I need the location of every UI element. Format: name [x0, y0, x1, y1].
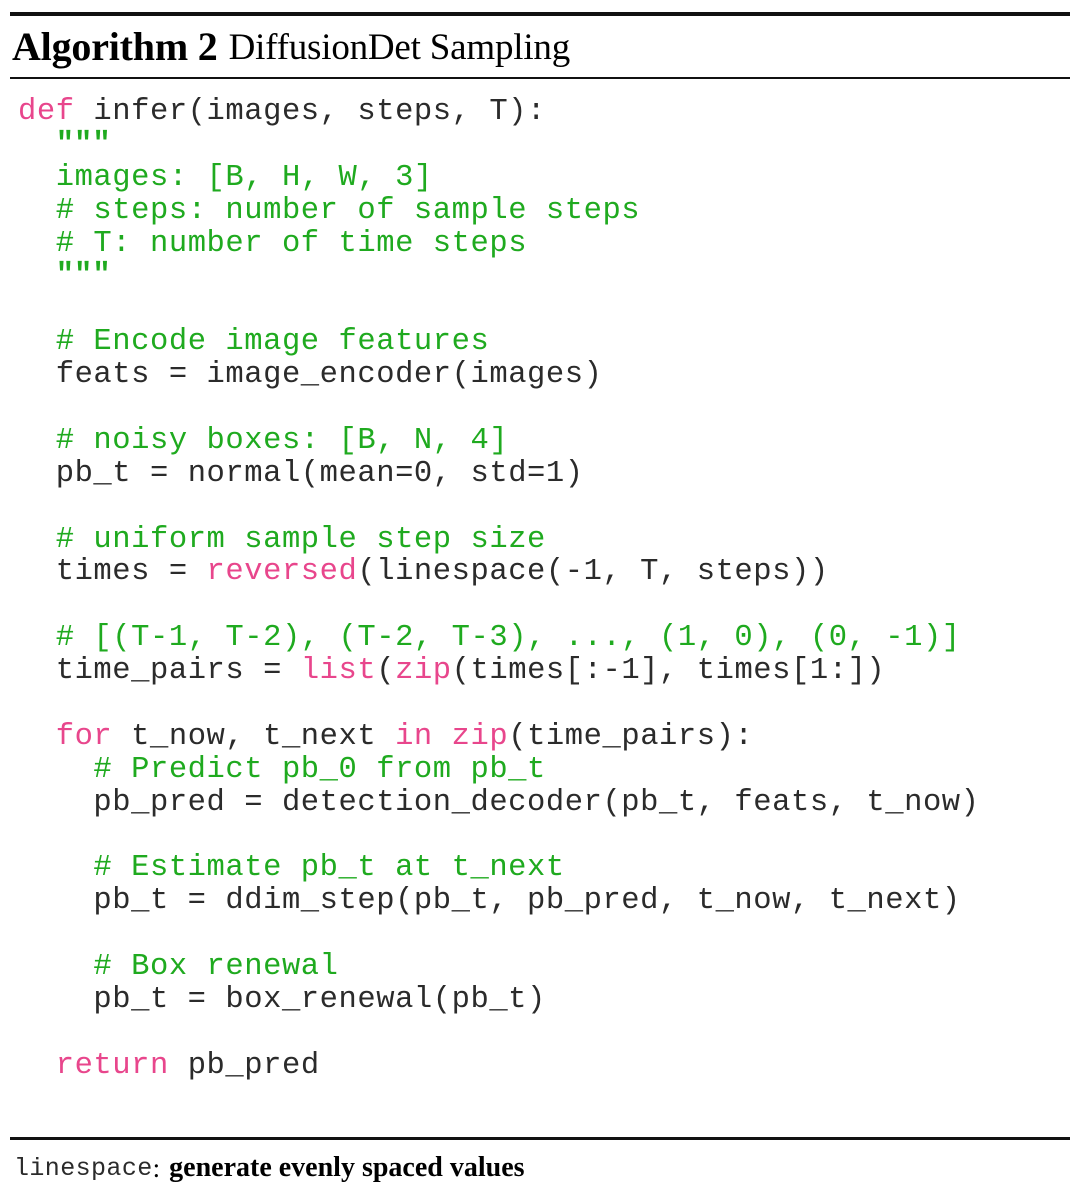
algorithm-block: Algorithm 2 DiffusionDet Sampling def in…: [0, 0, 1080, 1196]
code-line: def infer(images, steps, T):: [18, 96, 1068, 129]
footnote-term: linespace: [14, 1153, 153, 1183]
code-token-kw: in: [395, 719, 433, 754]
code-line: # T: number of time steps: [18, 226, 1068, 261]
footnote-separator: :: [152, 1152, 161, 1183]
code-token-str: """: [55, 259, 111, 294]
code-token-pl: times =: [55, 555, 207, 590]
code-line: # Box renewal: [18, 951, 1068, 984]
footnote: linespace : generate evenly spaced value…: [14, 1148, 525, 1188]
code-line: pb_pred = detection_decoder(pb_t, feats,…: [18, 785, 1068, 820]
code-line: # Encode image features: [18, 326, 1068, 359]
code-line: """: [18, 260, 1068, 293]
algorithm-code-listing: def infer(images, steps, T): """ images:…: [18, 96, 1068, 1083]
code-line: # [(T-1, T-2), (T-2, T-3), ..., (1, 0), …: [18, 622, 1068, 655]
code-token-pl: (time_pairs):: [508, 719, 754, 754]
code-token-bi: zip: [451, 719, 509, 754]
code-line: for t_now, t_next in zip(time_pairs):: [18, 719, 1068, 754]
code-token-cm: # noisy boxes: [B, N, 4]: [55, 423, 509, 458]
code-token-cm: # Encode image features: [55, 325, 490, 360]
code-token-bi: zip: [395, 654, 452, 689]
bottom-rule: [10, 1137, 1070, 1140]
footnote-description: generate evenly spaced values: [169, 1152, 525, 1183]
algorithm-number-label: Algorithm 2: [12, 24, 218, 69]
code-token-pl: (linespace(-1, T, steps)): [357, 555, 829, 590]
code-token-cm: # Predict pb_0 from pb_t: [93, 752, 546, 787]
code-line: pb_t = normal(mean=0, std=1): [18, 456, 1068, 491]
code-token-bi: reversed: [206, 555, 358, 590]
code-line: images: [B, H, W, 3]: [18, 160, 1068, 195]
code-token-pl: t_now, t_next: [112, 719, 396, 754]
code-token-pl: pb_t = normal(mean=0, std=1): [55, 456, 584, 491]
code-line: pb_t = ddim_step(pb_t, pb_pred, t_now, t…: [18, 885, 1068, 918]
code-line: feats = image_encoder(images): [18, 359, 1068, 392]
code-token-pl: infer(images, steps, T):: [74, 95, 546, 129]
code-line: # Estimate pb_t at t_next: [18, 852, 1068, 885]
code-line: # uniform sample step size: [18, 522, 1068, 557]
code-token-cm: # steps: number of sample steps: [55, 193, 641, 228]
code-token-cm: # Box renewal: [93, 950, 339, 985]
code-token-cm: # uniform sample step size: [55, 522, 546, 557]
algorithm-title: Algorithm 2 DiffusionDet Sampling: [12, 20, 570, 74]
top-rule: [10, 12, 1070, 16]
code-token-pl: pb_pred = detection_decoder(pb_t, feats,…: [93, 785, 980, 820]
code-line: # steps: number of sample steps: [18, 193, 1068, 228]
code-token-pl: pb_t = box_renewal(pb_t): [93, 983, 546, 1018]
code-token-kw: for: [55, 719, 113, 754]
code-token-kw: def: [18, 95, 75, 129]
code-token-cm: # Estimate pb_t at t_next: [93, 851, 565, 886]
code-token-pl: (: [376, 654, 396, 689]
code-token-cm: # T: number of time steps: [55, 226, 528, 261]
code-token-bi: list: [300, 654, 377, 689]
algorithm-name-label: DiffusionDet Sampling: [228, 26, 571, 68]
code-token-pl: time_pairs =: [55, 654, 301, 689]
code-line: # Predict pb_0 from pb_t: [18, 752, 1068, 787]
code-line: time_pairs = list(zip(times[:-1], times[…: [18, 655, 1068, 688]
code-line: return pb_pred: [18, 1048, 1068, 1083]
code-token-cm: # [(T-1, T-2), (T-2, T-3), ..., (1, 0), …: [55, 621, 961, 656]
code-token-pl: feats = image_encoder(images): [55, 358, 603, 393]
code-token-cm: images: [B, H, W, 3]: [55, 160, 433, 195]
code-line: """: [18, 127, 1068, 162]
code-line: # noisy boxes: [B, N, 4]: [18, 423, 1068, 458]
code-token-kw: return: [55, 1048, 169, 1083]
code-token-pl: pb_pred: [168, 1048, 320, 1083]
code-line: times = reversed(linespace(-1, T, steps)…: [18, 556, 1068, 589]
code-token-pl: (times[:-1], times[1:]): [451, 654, 886, 689]
code-token-pl: pb_t = ddim_step(pb_t, pb_pred, t_now, t…: [93, 884, 961, 919]
code-line: pb_t = box_renewal(pb_t): [18, 984, 1068, 1017]
code-token-str: """: [55, 127, 111, 162]
title-rule: [10, 77, 1070, 79]
